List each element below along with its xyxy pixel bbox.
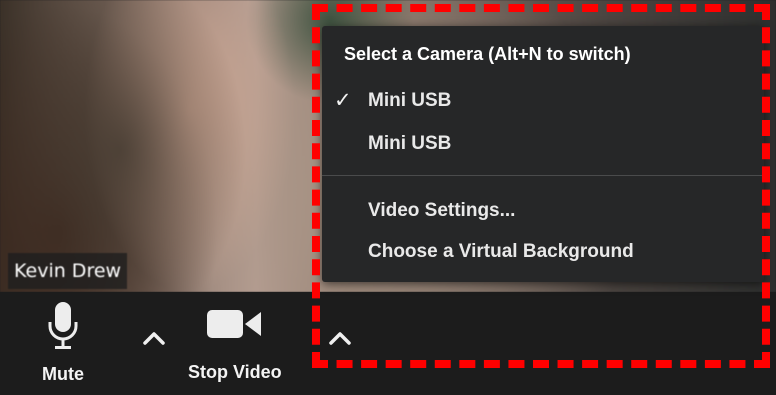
video-options-button[interactable] [326,324,354,352]
camera-option-1[interactable]: ✓ Mini USB [322,81,764,121]
video-settings-option[interactable]: Video Settings... [322,191,764,231]
microphone-icon [46,300,80,356]
audio-options-button[interactable] [140,324,168,352]
video-settings-label: Video Settings... [368,200,516,221]
zoom-meeting-window: Kevin Drew Mute Stop Video Select a Came… [0,0,776,395]
menu-divider [322,175,764,176]
caret-up-icon [140,332,168,356]
camera-option-label: Mini USB [368,90,452,111]
caret-up-icon [326,332,354,356]
mute-label: Mute [42,364,84,384]
stop-video-label: Stop Video [188,362,282,382]
virtual-background-label: Choose a Virtual Background [368,241,634,262]
check-icon: ✓ [334,89,352,112]
participant-name-tag: Kevin Drew [8,253,128,289]
meeting-toolbar: Mute Stop Video [0,292,776,395]
camera-options-menu: Select a Camera (Alt+N to switch) ✓ Mini… [322,26,764,282]
camera-option-label: Mini USB [368,133,452,154]
video-camera-icon [205,304,265,348]
stop-video-button[interactable]: Stop Video [188,304,282,383]
virtual-background-option[interactable]: Choose a Virtual Background [322,232,764,272]
camera-option-2[interactable]: Mini USB [322,124,764,164]
mute-button[interactable]: Mute [42,300,84,385]
camera-menu-title: Select a Camera (Alt+N to switch) [344,44,631,64]
